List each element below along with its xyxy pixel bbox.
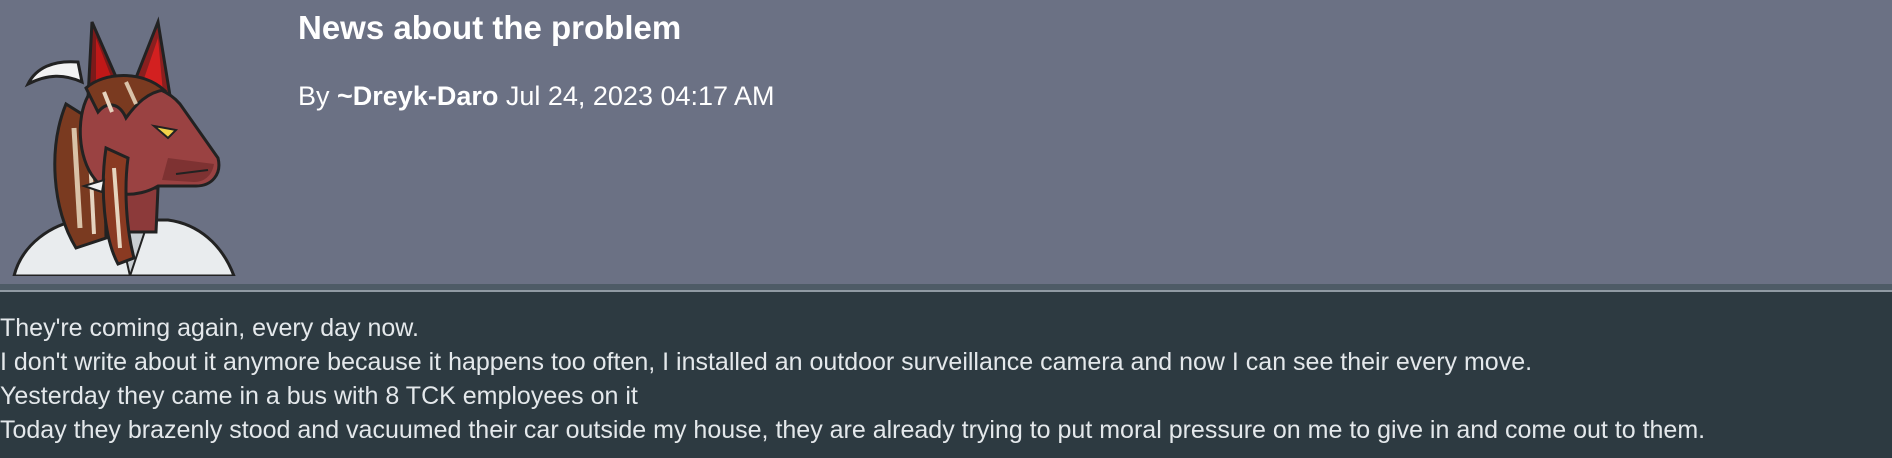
header-divider-line xyxy=(0,290,1892,292)
body-paragraph: They're coming again, every day now. xyxy=(0,314,419,342)
post-header: News about the problem By ~Dreyk-Daro Ju… xyxy=(0,0,1892,284)
body-paragraph: Yesterday they came in a bus with 8 TCK … xyxy=(0,382,638,410)
post-body: They're coming again, every day now. I d… xyxy=(0,311,1892,447)
body-paragraph: Today they brazenly stood and vacuumed t… xyxy=(0,416,1706,444)
post-date: Jul 24, 2023 04:17 AM xyxy=(498,81,775,111)
journal-post: News about the problem By ~Dreyk-Daro Ju… xyxy=(0,0,1892,458)
post-meta: By ~Dreyk-Daro Jul 24, 2023 04:17 AM xyxy=(298,78,775,114)
user-avatar[interactable] xyxy=(8,8,248,276)
dragon-avatar-icon xyxy=(12,16,236,276)
body-paragraph: I don't write about it anymore because i… xyxy=(0,348,1533,376)
author-link[interactable]: ~Dreyk-Daro xyxy=(337,81,498,111)
by-label: By xyxy=(298,81,338,111)
post-title: News about the problem xyxy=(298,9,682,46)
